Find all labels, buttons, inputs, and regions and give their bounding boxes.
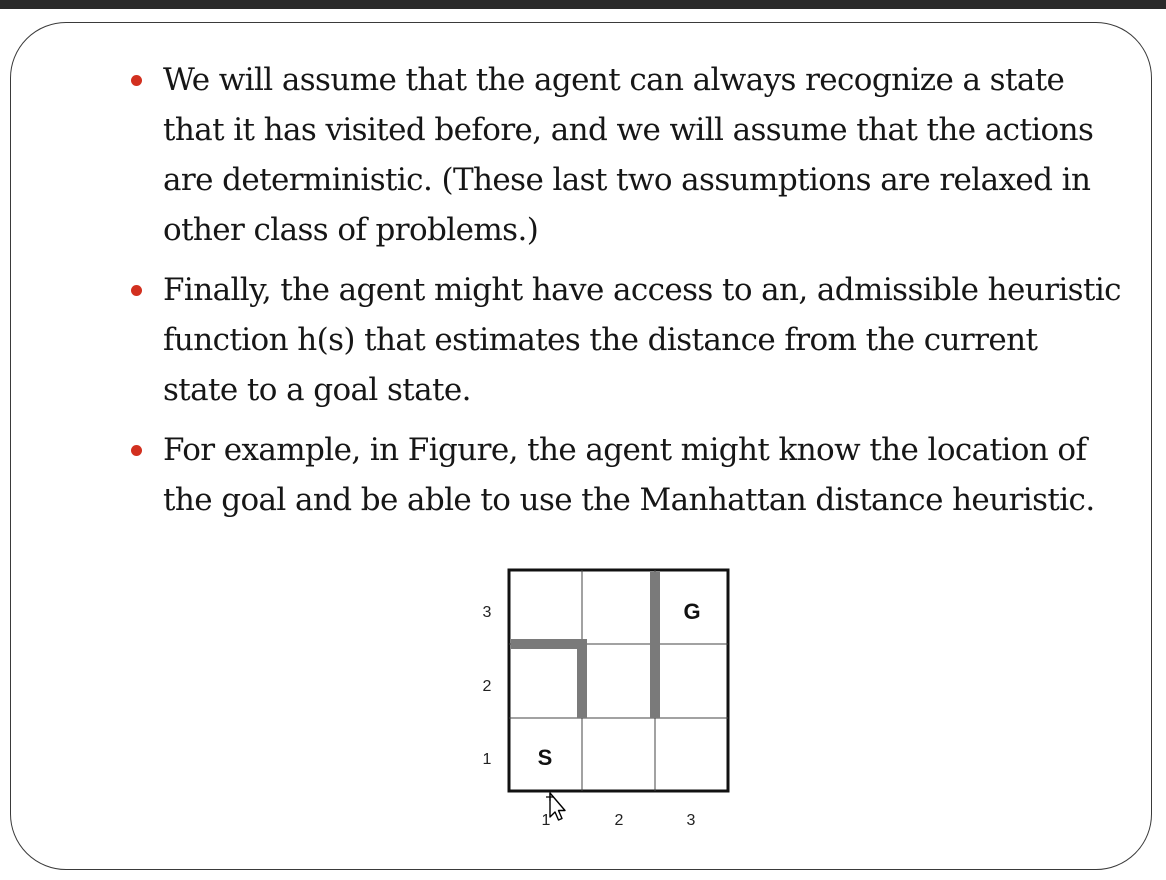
bullet-dot-icon: [131, 75, 142, 86]
bullet-line: We will assume that the agent can always…: [163, 62, 1065, 98]
pointer-move-icon: [543, 790, 569, 831]
bullet-line: the goal and be able to use the Manhatta…: [163, 482, 1095, 518]
bullet-line: Finally, the agent might have access to …: [163, 272, 1122, 308]
wall-horizontal: [511, 639, 587, 649]
col-label: 3: [687, 812, 696, 829]
row-label: 1: [483, 751, 492, 768]
bullet-example: For example, in Figure, the agent might …: [125, 425, 1115, 525]
row-label: 3: [483, 604, 492, 621]
bullet-line: function h(s) that estimates the distanc…: [163, 322, 1038, 358]
bullet-line: that it has visited before, and we will …: [163, 112, 1094, 148]
bullet-heuristic: Finally, the agent might have access to …: [125, 265, 1122, 415]
bullet-dot-icon: [131, 285, 142, 296]
grid-world-diagram: G S 3 2 1 1 2 3: [483, 568, 730, 829]
window-top-bar: [0, 0, 1166, 9]
bullet-line: state to a goal state.: [163, 372, 471, 408]
col-label: 2: [615, 812, 624, 829]
slide-bullet-list: We will assume that the agent can always…: [125, 55, 1122, 535]
bullet-line: are deterministic. (These last two assum…: [163, 162, 1091, 198]
wall-vertical-right: [650, 572, 660, 718]
row-label: 2: [483, 678, 492, 695]
bullet-assumptions: We will assume that the agent can always…: [125, 55, 1115, 255]
grid-world-figure: G S 3 2 1 1 2 3: [470, 560, 760, 840]
bullet-dot-icon: [131, 445, 142, 456]
start-cell-label: S: [538, 745, 553, 770]
wall-vertical-middle: [577, 639, 587, 718]
bullet-line: For example, in Figure, the agent might …: [163, 432, 1087, 468]
bullet-line: other class of problems.): [163, 212, 539, 248]
goal-cell-label: G: [683, 599, 700, 624]
